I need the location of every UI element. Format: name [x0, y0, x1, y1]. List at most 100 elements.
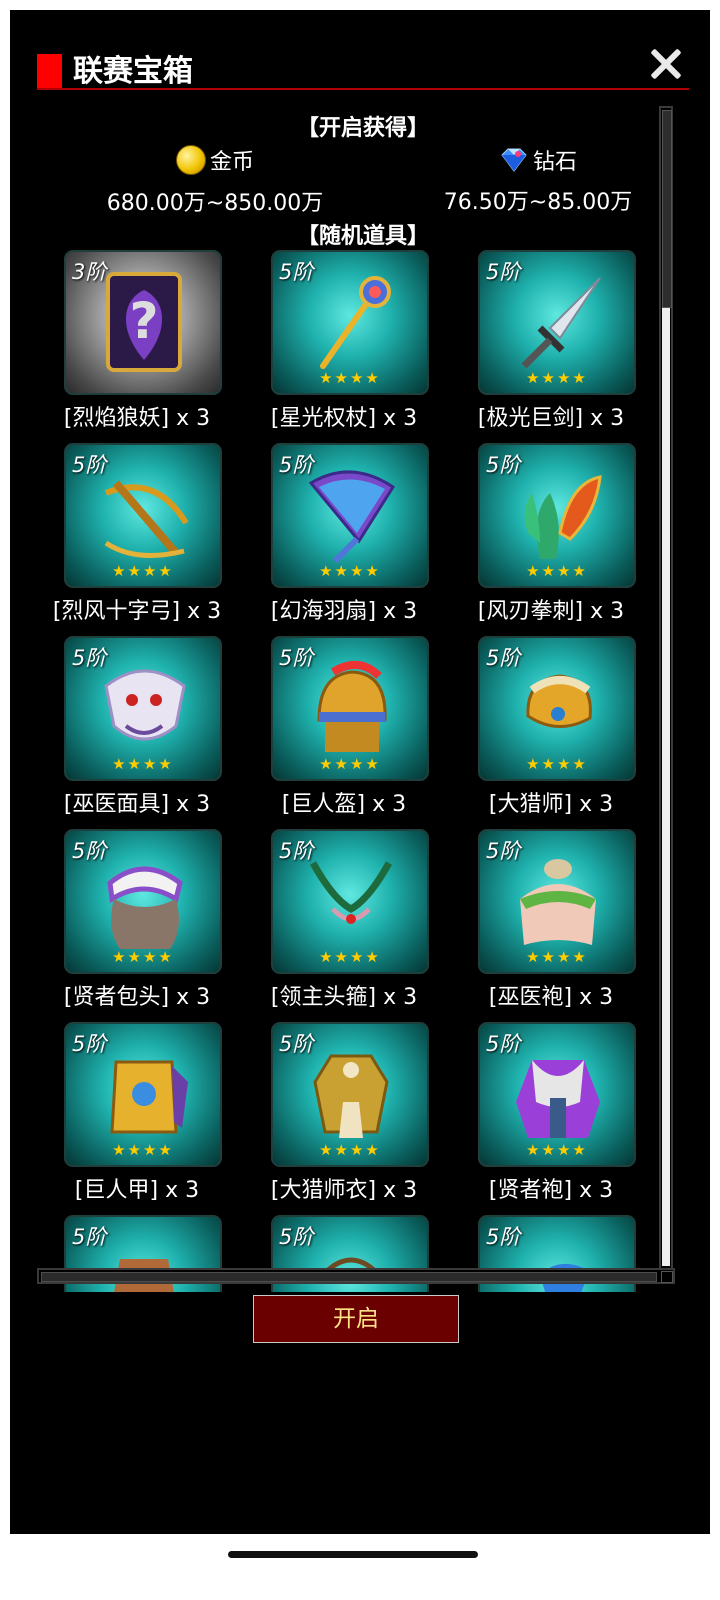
sage-robe-icon — [516, 1060, 600, 1138]
vertical-scrollbar-thumb[interactable] — [662, 110, 672, 308]
rewards-scroll-panel[interactable]: 【开启获得】 金币 680.00万~850.00万 钻石 76.50万~85.0… — [37, 106, 689, 1292]
mystery-card-icon: ? — [106, 272, 182, 372]
item-tile: 5阶 ★★★★ — [271, 443, 429, 588]
item-tile: 5阶 ★★★★ — [64, 636, 222, 781]
svg-text:?: ? — [129, 292, 158, 350]
item-tile: 5阶 ★★★★ — [478, 829, 636, 974]
title-bar: 联赛宝箱 — [37, 52, 689, 90]
item-name: [烈风十字弓] x 3 — [52, 599, 222, 624]
item-stars: ★★★★ — [526, 369, 588, 387]
item-name: [烈焰狼妖] x 3 — [63, 406, 211, 431]
item-name: [风刃拳刺] x 3 — [477, 599, 625, 624]
item-name: [贤者袍] x 3 — [488, 1178, 614, 1203]
currency-gold: 金币 680.00万~850.00万 — [75, 144, 355, 217]
item-slot[interactable]: 5阶 ★★★★ [巨人甲] x 3 — [37, 1022, 237, 1208]
item-grade: 5阶 — [486, 646, 521, 670]
item-slot[interactable]: 5阶 ★★★★ [巫医面具] x 3 — [37, 636, 237, 822]
claw-icon — [524, 475, 602, 559]
item-stars: ★★★★ — [112, 948, 174, 966]
item-name: [大猎师衣] x 3 — [270, 1178, 418, 1203]
item-tile: 5阶 ★★★★ — [478, 250, 636, 395]
greatsword-icon — [521, 277, 601, 369]
item-tile: 5阶 ★★★★ — [478, 443, 636, 588]
horizontal-scrollbar-thumb[interactable] — [41, 1272, 657, 1282]
currency-diamond-name: 钻石 — [532, 150, 577, 175]
horizontal-scrollbar-end — [661, 1271, 673, 1283]
item-name: [巨人甲] x 3 — [74, 1178, 200, 1203]
page-title: 联赛宝箱 — [73, 54, 193, 89]
item-grade: 5阶 — [279, 260, 314, 284]
currency-diamond: 钻石 76.50万~85.00万 — [398, 144, 678, 216]
close-icon[interactable] — [646, 44, 686, 84]
coat-icon — [313, 1054, 389, 1138]
coin-icon — [175, 145, 206, 175]
open-button[interactable]: 开启 — [253, 1295, 459, 1343]
item-stars: ★★★★ — [319, 755, 381, 773]
item-name: [巫医面具] x 3 — [63, 792, 211, 817]
item-slot[interactable]: ? 3阶 [烈焰狼妖] x 3 — [37, 250, 237, 436]
item-slot[interactable]: 5阶 ★★★★ [星光权杖] x 3 — [244, 250, 444, 436]
system-bottom-bar — [0, 1534, 720, 1600]
hat-icon — [526, 674, 592, 728]
robe-icon — [520, 859, 596, 945]
item-grade: 5阶 — [279, 1225, 314, 1249]
item-stars: ★★★★ — [526, 755, 588, 773]
item-slot[interactable]: 5阶 ★★★★ [大猎师] x 3 — [451, 636, 651, 822]
item-grade: 5阶 — [279, 453, 314, 477]
item-stars: ★★★★ — [526, 562, 588, 580]
scepter-icon — [320, 276, 391, 369]
item-grade: 5阶 — [486, 1032, 521, 1056]
item-stars: ★★★★ — [526, 1141, 588, 1159]
item-name: [巫医袍] x 3 — [488, 985, 614, 1010]
random-items-heading: 【随机道具】 — [296, 224, 429, 249]
armor-icon — [110, 1060, 188, 1134]
item-tile: 5阶 ★★★★ — [271, 1022, 429, 1167]
currency-gold-name: 金币 — [209, 150, 254, 175]
item-slot[interactable]: 5阶 ★★★★ [幻海羽扇] x 3 — [244, 443, 444, 629]
vertical-scrollbar[interactable] — [659, 106, 673, 1274]
item-slot[interactable]: 5阶 ★★★★ [巫医袍] x 3 — [451, 829, 651, 1015]
item-grade: 5阶 — [72, 646, 107, 670]
item-grade: 5阶 — [72, 839, 107, 863]
item-grade: 5阶 — [486, 453, 521, 477]
crossbow-icon — [104, 480, 189, 558]
shaman-mask-icon — [104, 669, 186, 741]
feather-fan-icon — [308, 470, 396, 564]
item-tile: 5阶 ★★★★ — [64, 1022, 222, 1167]
item-tile: 5阶 ★★★★ — [478, 636, 636, 781]
item-grade: 3阶 — [72, 260, 107, 284]
item-stars: ★★★★ — [112, 755, 174, 773]
item-name: [巨人盔] x 3 — [281, 792, 407, 817]
item-slot[interactable]: 5阶 ★★★★ [巨人盔] x 3 — [244, 636, 444, 822]
rewards-heading: 【开启获得】 — [296, 116, 429, 141]
item-stars: ★★★★ — [112, 562, 174, 580]
home-indicator[interactable] — [228, 1551, 478, 1558]
item-tile: 5阶 ★★★★ — [64, 443, 222, 588]
item-slot[interactable]: 5阶 ★★★★ [贤者包头] x 3 — [37, 829, 237, 1015]
item-slot[interactable]: 5阶 ★★★★ [贤者袍] x 3 — [451, 1022, 651, 1208]
item-name: [领主头箍] x 3 — [270, 985, 418, 1010]
item-grade: 5阶 — [279, 1032, 314, 1056]
item-grade: 5阶 — [486, 839, 521, 863]
item-slot[interactable]: 5阶 ★★★★ [极光巨剑] x 3 — [451, 250, 651, 436]
item-name: [幻海羽扇] x 3 — [270, 599, 418, 624]
horizontal-scrollbar[interactable] — [37, 1268, 675, 1284]
item-stars: ★★★★ — [319, 369, 381, 387]
item-name: [星光权杖] x 3 — [270, 406, 418, 431]
item-grade: 5阶 — [72, 1225, 107, 1249]
currency-diamond-range: 76.50万~85.00万 — [443, 190, 633, 215]
item-grade: 5阶 — [486, 1225, 521, 1249]
item-name: [贤者包头] x 3 — [63, 985, 211, 1010]
title-accent-mark — [37, 54, 62, 88]
item-tile: ? 3阶 — [64, 250, 222, 395]
item-stars: ★★★★ — [319, 948, 381, 966]
item-slot[interactable]: 5阶 ★★★★ [烈风十字弓] x 3 — [37, 443, 237, 629]
item-slot[interactable]: 5阶 ★★★★ [风刃拳刺] x 3 — [451, 443, 651, 629]
title-underline — [37, 88, 689, 90]
item-tile: 5阶 ★★★★ — [478, 1022, 636, 1167]
item-stars: ★★★★ — [319, 562, 381, 580]
item-slot[interactable]: 5阶 ★★★★ [领主头箍] x 3 — [244, 829, 444, 1015]
item-tile: 5阶 ★★★★ — [271, 250, 429, 395]
item-slot[interactable]: 5阶 ★★★★ [大猎师衣] x 3 — [244, 1022, 444, 1208]
circlet-icon — [309, 861, 393, 924]
